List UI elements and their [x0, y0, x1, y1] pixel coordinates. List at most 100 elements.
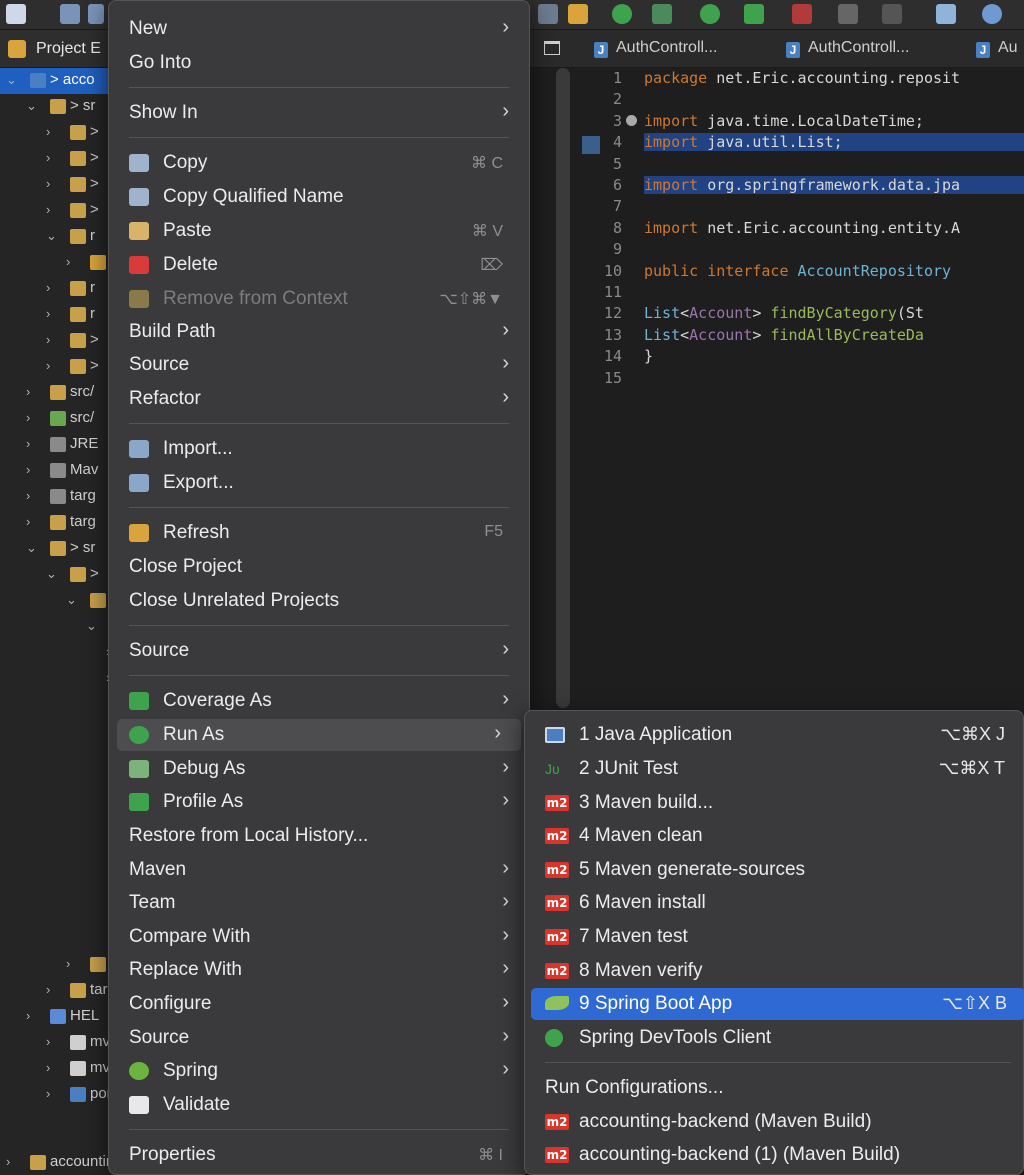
chevron-icon[interactable]: › [26, 384, 30, 399]
run-as-item-accounting-backend-maven-build[interactable]: m2 accounting-backend (Maven Build) [525, 1106, 1023, 1138]
chevron-icon[interactable]: ⌄ [26, 540, 37, 556]
tree-item[interactable]: › > [0, 172, 110, 198]
editor-tab-2[interactable]: J AuthControll... [786, 39, 909, 58]
menu-item-validate[interactable]: Validate [109, 1089, 529, 1121]
menu-item-close-unrelated-projects[interactable]: Close Unrelated Projects [109, 585, 529, 617]
run-as-item-6-maven-install[interactable]: m2 6 Maven install [525, 887, 1023, 919]
chevron-icon[interactable]: › [46, 982, 50, 997]
menu-item-debug-as[interactable]: Debug As › [109, 753, 529, 785]
run-as-item-4-maven-clean[interactable]: m2 4 Maven clean [525, 820, 1023, 852]
tree-item[interactable]: › mvr [0, 1030, 110, 1056]
tree-item[interactable]: ⌄ r [0, 224, 110, 250]
debug-toolbar-icon[interactable] [652, 4, 672, 24]
tree-item[interactable]: › pon [0, 1082, 110, 1108]
chevron-icon[interactable]: ⌄ [66, 592, 77, 608]
new-icon[interactable] [6, 4, 26, 24]
menu-item-properties[interactable]: Properties ⌘ I [109, 1139, 529, 1171]
tree-item[interactable]: › r [0, 276, 110, 302]
tree-item[interactable]: ›t [0, 952, 110, 978]
chevron-icon[interactable]: › [46, 176, 50, 191]
menu-item-paste[interactable]: Paste ⌘ V [109, 215, 529, 247]
menu-item-new[interactable]: New › [109, 13, 529, 45]
run-as-item-2-junit-test[interactable]: Jᴜ 2 JUnit Test ⌥⌘X T [525, 753, 1023, 785]
tree-item[interactable]: ⌄ > sr [0, 94, 110, 120]
tree-item[interactable]: › HEL [0, 1004, 110, 1030]
chevron-icon[interactable]: › [46, 280, 50, 295]
chevron-icon[interactable]: ⌄ [86, 618, 97, 634]
external-tools-icon[interactable] [792, 4, 812, 24]
chevron-icon[interactable]: ⌄ [26, 98, 37, 114]
chevron-icon[interactable]: › [46, 332, 50, 347]
tree-item[interactable]: › mvr [0, 1056, 110, 1082]
menu-item-profile-as[interactable]: Profile As › [109, 786, 529, 818]
tree-item[interactable]: › [0, 666, 110, 692]
tree-item[interactable]: ⌄ [0, 588, 110, 614]
chevron-icon[interactable]: ⌄ [46, 228, 57, 244]
menu-item-spring[interactable]: Spring › [109, 1055, 529, 1087]
tree-item[interactable]: › > [0, 328, 110, 354]
chevron-icon[interactable]: › [46, 1086, 50, 1101]
tree-item[interactable]: › > [0, 146, 110, 172]
menu-item-source[interactable]: Source › [109, 1022, 529, 1054]
tree-item[interactable]: ⌄ > [0, 562, 110, 588]
menu-item-import[interactable]: Import... [109, 433, 529, 465]
menu-item-restore-from-local-history[interactable]: Restore from Local History... [109, 820, 529, 852]
menu-item-team[interactable]: Team › [109, 887, 529, 919]
tree-item[interactable]: › > [0, 198, 110, 224]
chevron-icon[interactable]: ⌄ [6, 72, 17, 88]
new-server-icon[interactable] [936, 4, 956, 24]
run-as-item-3-maven-build[interactable]: m2 3 Maven build... [525, 787, 1023, 819]
tree-item[interactable]: › src/ [0, 406, 110, 432]
project-explorer-tab[interactable]: Project E [0, 30, 110, 68]
tree-item[interactable]: › Mav [0, 458, 110, 484]
menu-item-delete[interactable]: Delete ⌦ [109, 249, 529, 281]
menu-item-run-as[interactable]: Run As › [117, 719, 521, 751]
menu-item-show-in[interactable]: Show In › [109, 97, 529, 129]
coverage-toolbar-icon[interactable] [744, 4, 764, 24]
chevron-icon[interactable]: › [26, 436, 30, 451]
spring-tools-icon[interactable] [982, 4, 1002, 24]
menu-item-compare-with[interactable]: Compare With › [109, 921, 529, 953]
run-as-item-spring-devtools-client[interactable]: Spring DevTools Client [525, 1022, 1023, 1054]
tree-item[interactable]: ⌄ > acco [0, 68, 110, 94]
menu-item-source[interactable]: Source › [109, 635, 529, 667]
editor-tab-1[interactable]: J AuthControll... [594, 39, 717, 58]
menu-item-go-into[interactable]: Go Into [109, 47, 529, 79]
save-all-icon[interactable] [88, 4, 104, 24]
tree-item[interactable]: › [0, 640, 110, 666]
chevron-icon[interactable]: › [46, 1060, 50, 1075]
menu-item-build-path[interactable]: Build Path › [109, 316, 529, 348]
chevron-icon[interactable]: › [26, 488, 30, 503]
menu-item-export[interactable]: Export... [109, 467, 529, 499]
chevron-icon[interactable]: › [66, 254, 70, 269]
chevron-icon[interactable]: › [26, 462, 30, 477]
chevron-icon[interactable]: › [46, 150, 50, 165]
run-as-item-1-java-application[interactable]: 1 Java Application ⌥⌘X J [525, 719, 1023, 751]
tree-item[interactable]: › targ [0, 510, 110, 536]
run-as-item-5-maven-generate-sources[interactable]: m2 5 Maven generate-sources [525, 854, 1023, 886]
chevron-icon[interactable]: › [26, 1008, 30, 1023]
save-icon[interactable] [60, 4, 80, 24]
menu-item-refresh[interactable]: Refresh F5 [109, 517, 529, 549]
menu-item-copy-qualified-name[interactable]: Copy Qualified Name [109, 181, 529, 213]
run-toolbar-icon[interactable] [700, 4, 720, 24]
tree-item[interactable]: › JRE [0, 432, 110, 458]
chevron-icon[interactable]: ⌄ [46, 566, 57, 582]
chevron-icon[interactable]: › [6, 1154, 10, 1169]
menu-item-coverage-as[interactable]: Coverage As › [109, 685, 529, 717]
step-into-icon[interactable] [568, 4, 588, 24]
tree-item[interactable]: › > [0, 354, 110, 380]
menu-item-replace-with[interactable]: Replace With › [109, 954, 529, 986]
step-icon[interactable] [538, 4, 558, 24]
tree-item[interactable]: › targ [0, 484, 110, 510]
chevron-icon[interactable]: › [26, 514, 30, 529]
tree-item[interactable]: › [0, 250, 110, 276]
chevron-icon[interactable]: › [26, 410, 30, 425]
navigate-icon[interactable] [882, 4, 902, 24]
menu-item-copy[interactable]: Copy ⌘ C [109, 147, 529, 179]
power-icon[interactable] [612, 4, 632, 24]
menu-item-refactor[interactable]: Refactor › [109, 383, 529, 415]
tree-item[interactable]: › > [0, 120, 110, 146]
tree-item[interactable]: ⌄ > sr [0, 536, 110, 562]
tree-item[interactable]: › targ [0, 978, 110, 1004]
